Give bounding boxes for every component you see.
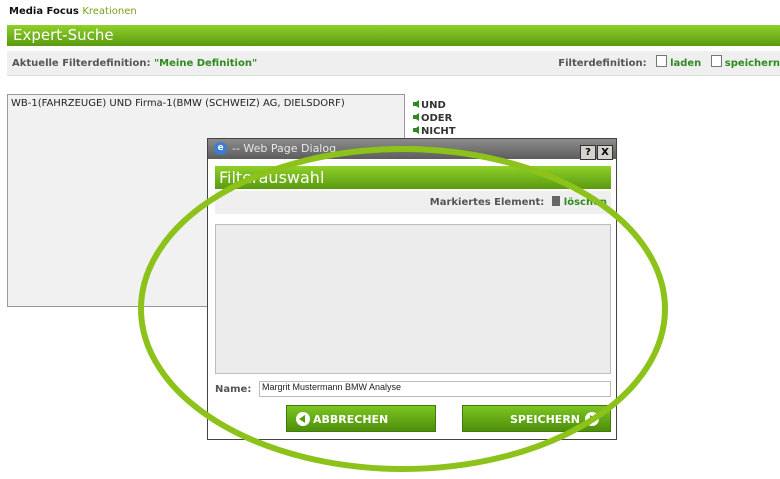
highlight-ellipse bbox=[138, 146, 668, 472]
